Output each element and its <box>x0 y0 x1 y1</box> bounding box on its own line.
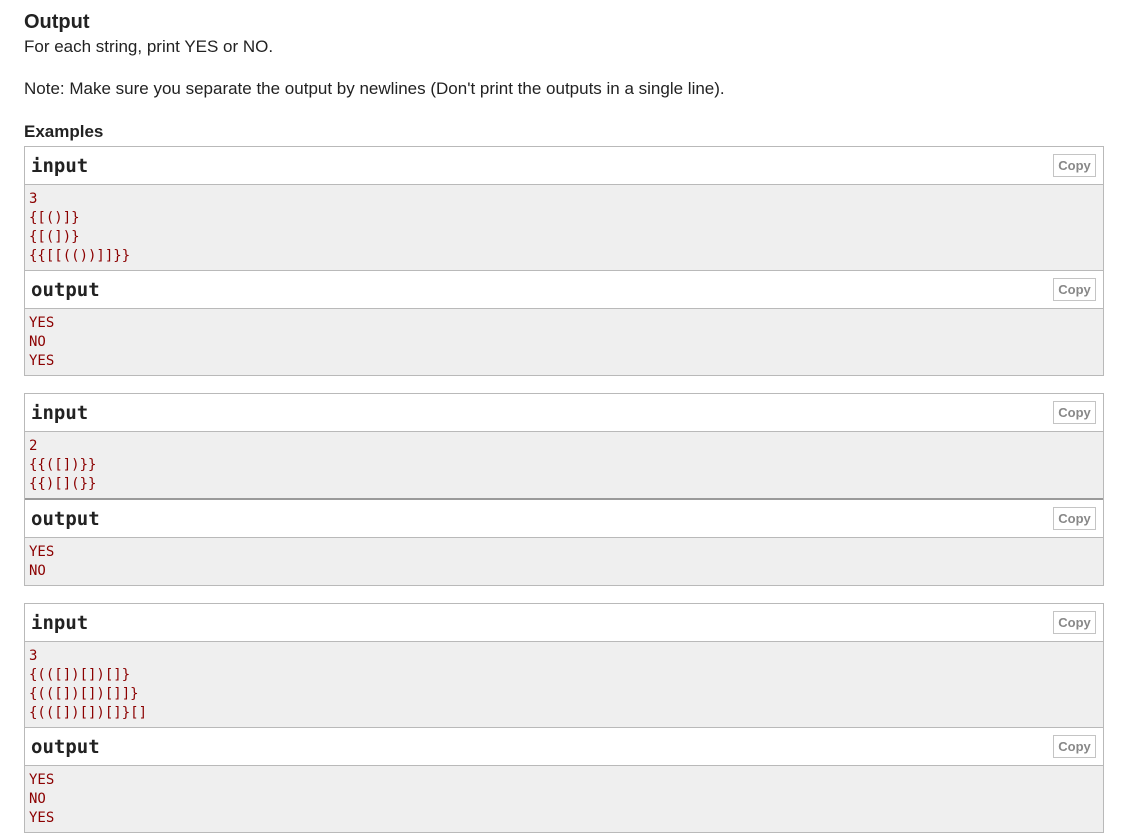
copy-output-button[interactable]: Copy <box>1053 507 1096 530</box>
input-block: 3 {[()]} {[(])} {{[[(())]]}} <box>25 185 1103 271</box>
problem-statement: Output For each string, print YES or NO.… <box>24 10 1104 839</box>
input-label: input <box>31 155 89 177</box>
copy-input-button[interactable]: Copy <box>1053 401 1096 424</box>
copy-input-button[interactable]: Copy <box>1053 154 1096 177</box>
copy-output-button[interactable]: Copy <box>1053 278 1096 301</box>
input-line: {(([])[])[]}[] <box>29 705 148 721</box>
input-line: {(([])[])[]]} <box>29 686 139 702</box>
input-line: {(([])[])[]} <box>29 667 131 683</box>
output-label: output <box>31 279 100 301</box>
input-line: {{)[](}} <box>29 476 97 492</box>
input-block: 2 {{([])}} {{)[](}} <box>25 432 1103 500</box>
output-line: NO <box>29 563 46 579</box>
input-line: {[(])} <box>29 229 80 245</box>
output-block: YES NO <box>25 538 1103 585</box>
output-note: Note: Make sure you separate the output … <box>24 79 725 98</box>
input-line: 3 <box>29 191 38 207</box>
input-line: 2 <box>29 438 38 454</box>
output-label: output <box>31 508 100 530</box>
output-line: YES <box>29 810 55 826</box>
output-line: YES <box>29 544 55 560</box>
example-1: input Copy 3 {[()]} {[(])} {{[[(())]]}} … <box>24 146 1104 376</box>
input-header: input Copy <box>25 147 1103 185</box>
output-line: YES <box>29 353 55 369</box>
input-line: {{([])}} <box>29 457 97 473</box>
copy-output-button[interactable]: Copy <box>1053 735 1096 758</box>
output-label: output <box>31 736 100 758</box>
example-3: input Copy 3 {(([])[])[]} {(([])[])[]]} … <box>24 603 1104 833</box>
input-line: 3 <box>29 648 38 664</box>
output-header: output Copy <box>25 500 1103 538</box>
output-line: NO <box>29 334 46 350</box>
output-line: YES <box>29 772 55 788</box>
output-header: output Copy <box>25 271 1103 309</box>
output-header: output Copy <box>25 728 1103 766</box>
output-section-title: Output <box>24 11 90 33</box>
output-block: YES NO YES <box>25 766 1103 832</box>
output-block: YES NO YES <box>25 309 1103 375</box>
input-label: input <box>31 612 89 634</box>
output-line: YES <box>29 315 55 331</box>
input-line: {[()]} <box>29 210 80 226</box>
output-description: For each string, print YES or NO. <box>24 37 274 56</box>
input-label: input <box>31 402 89 424</box>
input-line: {{[[(())]]}} <box>29 248 131 264</box>
output-line: NO <box>29 791 46 807</box>
copy-input-button[interactable]: Copy <box>1053 611 1096 634</box>
example-2: input Copy 2 {{([])}} {{)[](}} output Co… <box>24 393 1104 586</box>
input-header: input Copy <box>25 394 1103 432</box>
input-header: input Copy <box>25 604 1103 642</box>
input-block: 3 {(([])[])[]} {(([])[])[]]} {(([])[])[]… <box>25 642 1103 728</box>
examples-title: Examples <box>24 122 104 141</box>
